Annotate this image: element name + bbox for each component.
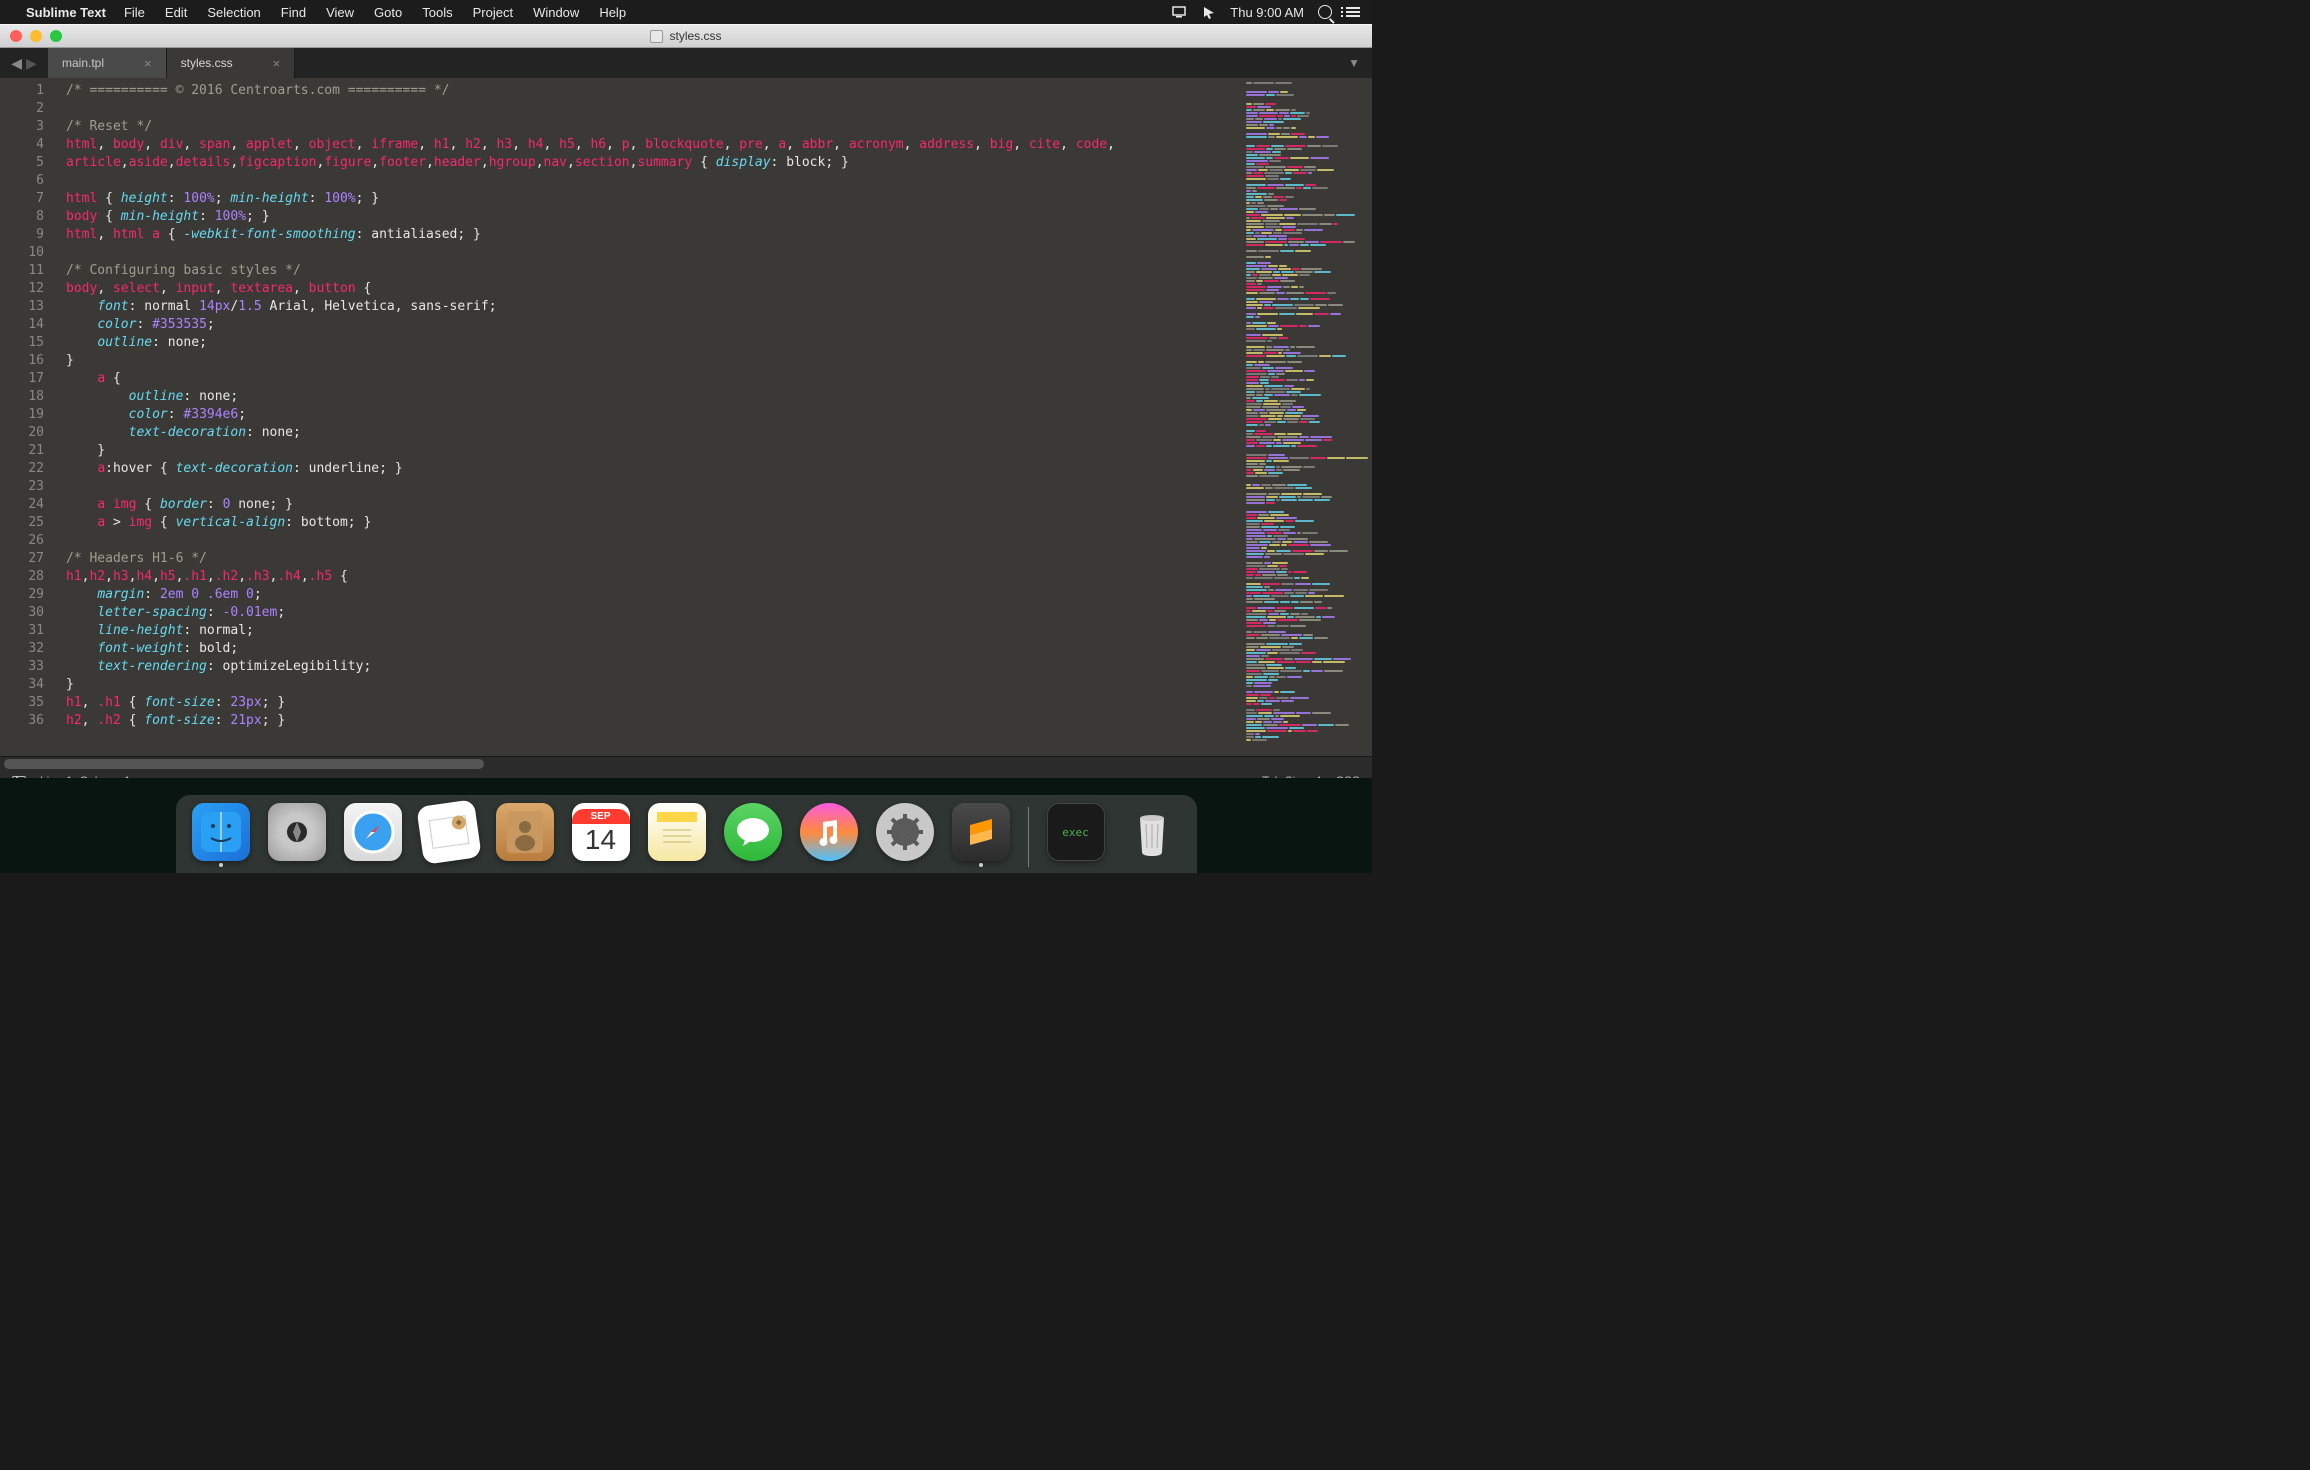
finder-icon	[192, 803, 250, 861]
tab-bar: ◀ ▶ main.tpl × styles.css × ▼	[0, 48, 1372, 78]
dock-messages[interactable]	[722, 803, 784, 867]
tab-styles-css[interactable]: styles.css ×	[167, 48, 296, 78]
dock-finder[interactable]	[190, 803, 252, 867]
menu-goto[interactable]: Goto	[374, 5, 402, 20]
clock[interactable]: Thu 9:00 AM	[1230, 5, 1304, 20]
running-indicator	[219, 863, 223, 867]
menu-project[interactable]: Project	[473, 5, 513, 20]
tab-label: styles.css	[181, 56, 233, 70]
dock-trash[interactable]	[1121, 803, 1183, 867]
menu-window[interactable]: Window	[533, 5, 579, 20]
code-editor[interactable]: /* ========== © 2016 Centroarts.com ====…	[58, 78, 1242, 756]
dock-sublime[interactable]	[950, 803, 1012, 867]
messages-icon	[724, 803, 782, 861]
launchpad-icon	[268, 803, 326, 861]
script-icon[interactable]	[1202, 5, 1216, 19]
notification-center-icon[interactable]	[1346, 7, 1360, 17]
macos-menubar: Sublime Text File Edit Selection Find Vi…	[0, 0, 1372, 24]
tab-main-tpl[interactable]: main.tpl ×	[48, 48, 167, 78]
sublime-icon	[952, 803, 1010, 861]
tab-close-icon[interactable]: ×	[144, 56, 152, 71]
display-icon[interactable]	[1172, 6, 1188, 18]
running-indicator	[979, 863, 983, 867]
dock-calendar[interactable]: SEP14	[570, 803, 632, 867]
menu-view[interactable]: View	[326, 5, 354, 20]
itunes-icon	[800, 803, 858, 861]
dock: SEP14 exec	[176, 795, 1197, 873]
menu-help[interactable]: Help	[599, 5, 626, 20]
exec-icon: exec	[1047, 803, 1105, 861]
dock-settings[interactable]	[874, 803, 936, 867]
minimize-window-button[interactable]	[30, 30, 42, 42]
spotlight-icon[interactable]	[1318, 5, 1332, 19]
dock-launchpad[interactable]	[266, 803, 328, 867]
tab-close-icon[interactable]: ×	[273, 56, 281, 71]
safari-icon	[344, 803, 402, 861]
tab-overflow-icon[interactable]: ▼	[1336, 48, 1372, 78]
menu-find[interactable]: Find	[281, 5, 306, 20]
mail-icon	[416, 799, 482, 865]
dock-notes[interactable]	[646, 803, 708, 867]
dock-mail[interactable]	[418, 803, 480, 867]
calendar-icon: SEP14	[572, 803, 630, 861]
editor-area: 1234567891011121314151617181920212223242…	[0, 78, 1372, 756]
scrollbar-thumb[interactable]	[4, 759, 484, 769]
traffic-lights	[0, 30, 62, 42]
contacts-icon	[496, 803, 554, 861]
trash-icon	[1123, 803, 1181, 861]
desktop-background: SEP14 exec	[0, 778, 1372, 873]
file-icon	[650, 30, 663, 43]
minimap[interactable]	[1242, 78, 1372, 756]
window-titlebar: styles.css	[0, 24, 1372, 48]
menu-file[interactable]: File	[124, 5, 145, 20]
tab-label: main.tpl	[62, 56, 104, 70]
nav-forward-icon[interactable]: ▶	[26, 55, 37, 72]
dock-safari[interactable]	[342, 803, 404, 867]
nav-arrows[interactable]: ◀ ▶	[0, 48, 48, 78]
maximize-window-button[interactable]	[50, 30, 62, 42]
line-number-gutter: 1234567891011121314151617181920212223242…	[0, 78, 58, 756]
notes-icon	[648, 803, 706, 861]
menu-tools[interactable]: Tools	[422, 5, 452, 20]
dock-separator	[1028, 807, 1029, 867]
dock-exec[interactable]: exec	[1045, 803, 1107, 867]
settings-icon	[876, 803, 934, 861]
close-window-button[interactable]	[10, 30, 22, 42]
window-title: styles.css	[669, 29, 721, 43]
horizontal-scrollbar[interactable]	[0, 756, 1372, 770]
dock-contacts[interactable]	[494, 803, 556, 867]
menu-selection[interactable]: Selection	[207, 5, 260, 20]
app-name[interactable]: Sublime Text	[26, 5, 106, 20]
nav-back-icon[interactable]: ◀	[11, 55, 22, 72]
menu-edit[interactable]: Edit	[165, 5, 187, 20]
calendar-month: SEP	[572, 809, 630, 824]
calendar-day: 14	[585, 824, 616, 856]
dock-itunes[interactable]	[798, 803, 860, 867]
